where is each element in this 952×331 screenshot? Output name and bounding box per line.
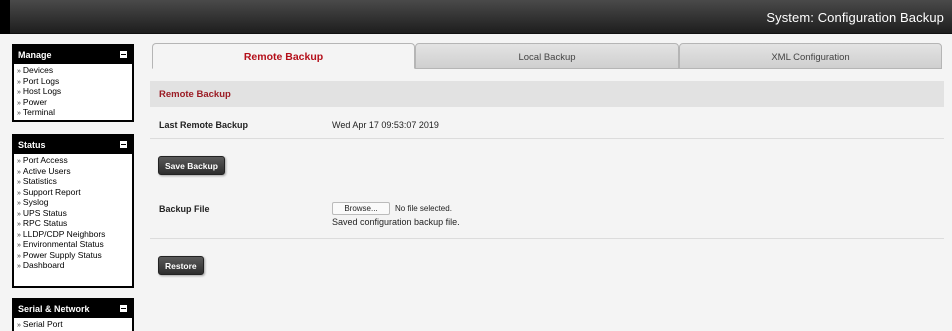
collapse-icon[interactable] xyxy=(120,51,127,58)
divider xyxy=(150,238,944,239)
manage-panel-title: Manage xyxy=(18,50,52,60)
arrow-icon: » xyxy=(17,110,21,117)
sidebar: Manage » Devices » Port Logs » Host Logs » P… xyxy=(0,34,142,331)
arrow-icon: » xyxy=(17,221,21,228)
last-backup-label: Last Remote Backup xyxy=(159,120,249,130)
collapse-icon[interactable] xyxy=(120,141,127,148)
arrow-icon: » xyxy=(17,158,21,165)
browse-button[interactable]: Browse... xyxy=(332,202,390,215)
arrow-icon: » xyxy=(17,242,21,249)
arrow-icon: » xyxy=(17,200,21,207)
manage-panel: Manage » Devices » Port Logs » Host Logs » P… xyxy=(12,44,134,122)
arrow-icon: » xyxy=(17,322,21,329)
file-status-text: No file selected. xyxy=(395,204,452,213)
top-header-bar: System: Configuration Backup xyxy=(0,0,952,34)
status-panel-title: Status xyxy=(18,140,46,150)
arrow-icon: » xyxy=(17,252,21,260)
restore-button[interactable]: Restore xyxy=(158,256,204,275)
arrow-icon: » xyxy=(17,99,21,107)
manage-panel-header[interactable]: Manage xyxy=(14,46,132,64)
backup-file-note: Saved configuration backup file. xyxy=(332,217,460,227)
collapse-icon[interactable] xyxy=(120,305,127,312)
main-content: Remote Backup Local Backup XML Configura… xyxy=(150,43,944,331)
serial-network-panel-title: Serial & Network xyxy=(18,304,90,314)
arrow-icon: » xyxy=(17,179,21,186)
section-title: Remote Backup xyxy=(150,81,944,107)
header-left-edge xyxy=(0,0,10,34)
sidebar-item-serial-port[interactable]: » Serial Port xyxy=(17,319,132,331)
arrow-icon: » xyxy=(17,168,21,176)
arrow-icon: » xyxy=(17,210,21,218)
arrow-icon: » xyxy=(17,68,21,75)
divider xyxy=(150,138,944,139)
backup-file-label: Backup File xyxy=(159,204,210,214)
tab-local-backup[interactable]: Local Backup xyxy=(415,43,679,69)
arrow-icon: » xyxy=(17,78,21,86)
serial-network-panel: Serial & Network » Serial Port xyxy=(12,298,134,331)
serial-network-panel-header[interactable]: Serial & Network xyxy=(14,300,132,318)
page-title: System: Configuration Backup xyxy=(766,10,944,25)
save-backup-button[interactable]: Save Backup xyxy=(158,156,225,175)
status-panel-header[interactable]: Status xyxy=(14,136,132,154)
tab-bar: Remote Backup Local Backup XML Configura… xyxy=(150,43,944,69)
last-backup-value: Wed Apr 17 09:53:07 2019 xyxy=(332,120,439,130)
tab-xml-configuration[interactable]: XML Configuration xyxy=(679,43,942,69)
arrow-icon: » xyxy=(17,263,21,270)
arrow-icon: » xyxy=(17,231,21,239)
tab-remote-backup[interactable]: Remote Backup xyxy=(152,43,415,69)
status-panel: Status » Port Access » Active Users » Stati… xyxy=(12,134,134,288)
sidebar-item-terminal[interactable]: » Terminal xyxy=(17,107,132,119)
arrow-icon: » xyxy=(17,89,21,96)
sidebar-item-dashboard[interactable]: » Dashboard xyxy=(17,260,132,272)
arrow-icon: » xyxy=(17,189,21,197)
